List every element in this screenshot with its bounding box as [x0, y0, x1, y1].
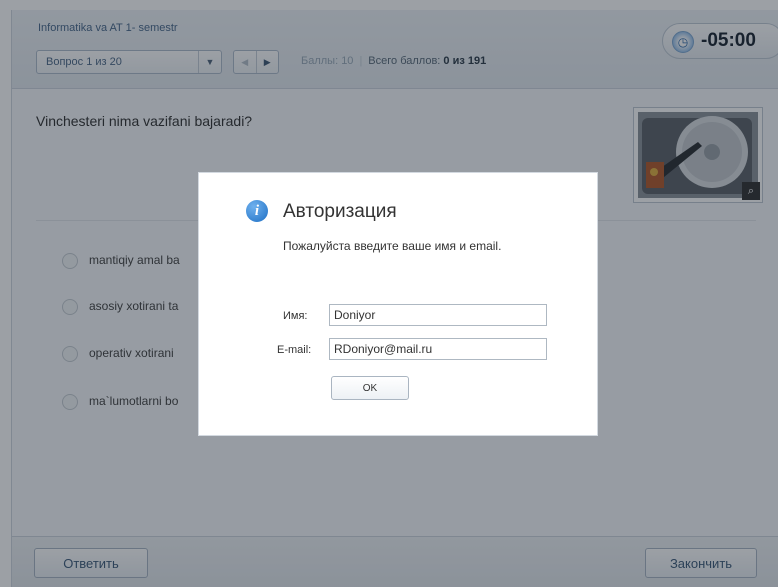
email-label: E-mail:: [277, 344, 312, 356]
dialog-title: Авторизация: [283, 201, 397, 222]
name-field[interactable]: [329, 304, 547, 326]
dialog-message: Пожалуйста введите ваше имя и email.: [283, 239, 502, 253]
email-field[interactable]: [329, 338, 547, 360]
auth-dialog: i Авторизация Пожалуйста введите ваше им…: [198, 172, 598, 436]
ok-button[interactable]: OK: [331, 376, 409, 400]
name-label: Имя:: [283, 310, 308, 322]
info-icon: i: [246, 200, 268, 222]
